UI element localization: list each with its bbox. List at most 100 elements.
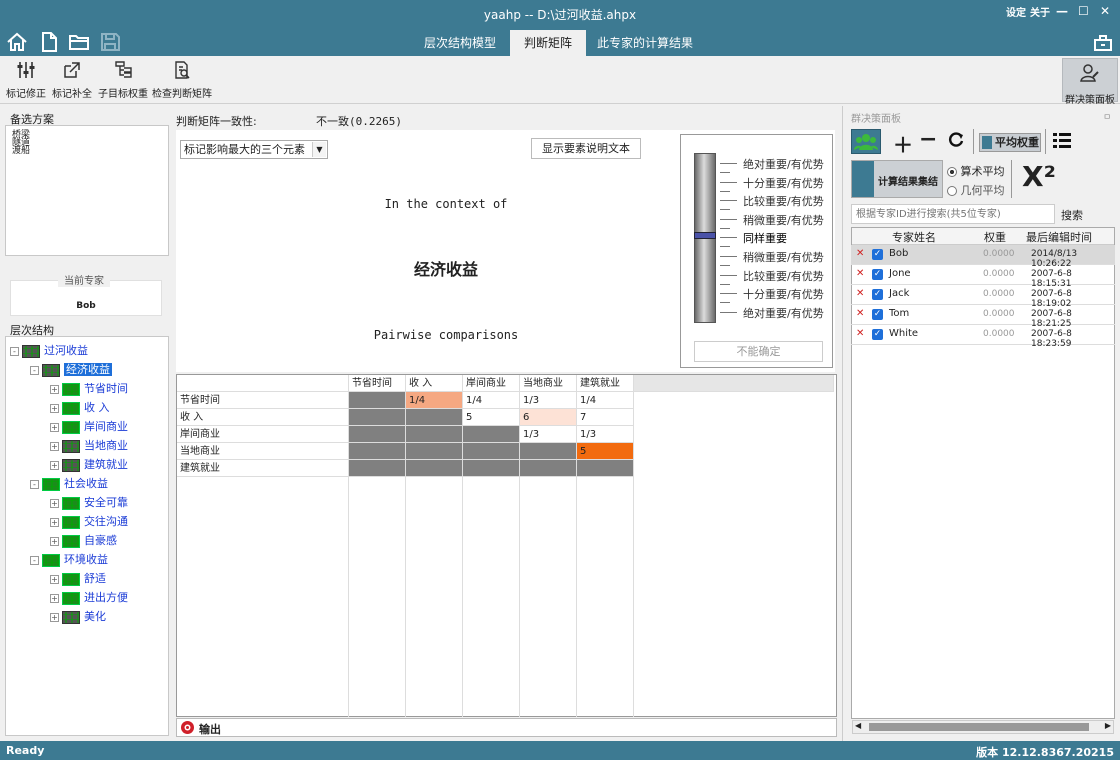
scale-slider-thumb[interactable] [694,232,716,240]
tree-node[interactable]: + 当地商业 [50,436,128,455]
home-icon[interactable] [6,31,28,53]
matrix-row-header[interactable]: 收 入 [177,409,349,426]
tree-node[interactable]: + 舒适 [50,569,106,588]
matrix-cell[interactable]: 7 [577,409,634,426]
expert-search-input[interactable] [851,204,1055,224]
delete-icon[interactable]: ✕ [856,268,864,279]
settings-button[interactable]: 设定 [1006,4,1026,19]
scale-label[interactable]: 比较重要/有优势 [743,268,824,284]
matrix-cell[interactable]: 1/4 [406,392,463,409]
scale-label[interactable]: 绝对重要/有优势 [743,156,824,172]
expand-icon[interactable]: + [50,441,59,451]
scale-label[interactable]: 稍微重要/有优势 [743,249,824,265]
radio-checked-icon[interactable] [947,167,957,177]
matrix-row-header[interactable]: 岸间商业 [177,426,349,443]
list-icon[interactable] [1052,131,1072,149]
collapse-icon[interactable]: - [30,555,39,565]
collapse-icon[interactable]: - [30,479,39,489]
tab-hierarchy-model[interactable]: 层次结构模型 [415,30,505,56]
search-button[interactable]: 搜索 [1061,207,1083,223]
checkbox-checked-icon[interactable]: ✓ [872,329,883,340]
collapse-icon[interactable]: - [10,346,19,356]
scale-label[interactable]: 稍微重要/有优势 [743,212,824,228]
matrix-col-header[interactable]: 建筑就业 [577,375,634,392]
scale-label[interactable]: 同样重要 [743,230,787,246]
scroll-right-icon[interactable]: ▶ [1105,721,1111,730]
geo-mean-radio[interactable]: 几何平均 [947,182,1005,198]
radio-unchecked-icon[interactable] [947,186,957,196]
checkbox-checked-icon[interactable]: ✓ [872,269,883,280]
output-label[interactable]: 输出 [199,721,221,737]
expand-icon[interactable]: + [50,536,59,546]
scale-label[interactable]: 绝对重要/有优势 [743,305,824,321]
matrix-row-header[interactable]: 建筑就业 [177,460,349,477]
delete-icon[interactable]: ✕ [856,248,864,259]
expert-row[interactable]: ✕ ✓ Bob 0.0000 2014/8/13 10:26:22 [851,245,1115,269]
chevron-down-icon[interactable]: ▼ [312,142,326,157]
scale-label[interactable]: 十分重要/有优势 [743,175,824,191]
arith-mean-radio[interactable]: 算术平均 [947,163,1005,179]
tree-node[interactable]: + 节省时间 [50,379,128,398]
expert-row[interactable]: ✕ ✓ Jone 0.0000 2007-6-8 18:15:31 [851,265,1115,289]
expand-icon[interactable]: + [50,612,59,622]
check-matrix-button[interactable]: 检查判断矩阵 [152,58,212,100]
checkbox-checked-icon[interactable]: ✓ [872,249,883,260]
subgoal-weight-button[interactable]: 子目标权重 [98,58,148,100]
matrix-cell[interactable]: 5 [577,443,634,460]
scrollbar-thumb[interactable] [869,723,1089,731]
expand-icon[interactable]: + [50,498,59,508]
mark-complete-button[interactable]: 标记补全 [50,58,94,100]
alternative-item[interactable]: 渡船 [12,147,30,156]
checkbox-checked-icon[interactable]: ✓ [872,309,883,320]
export-icon[interactable] [1092,31,1114,53]
tree-node[interactable]: + 自豪感 [50,531,117,550]
aggregate-results-button[interactable]: 计算结果集结 [851,160,943,198]
add-icon[interactable]: ＋ [893,129,913,158]
collapse-icon[interactable]: - [30,365,39,375]
matrix-cell[interactable]: 1/4 [577,392,634,409]
highlight-dropdown[interactable]: 标记影响最大的三个元素 ▼ [180,140,328,159]
matrix-row-header[interactable]: 当地商业 [177,443,349,460]
col-weight[interactable]: 权重 [984,229,1006,245]
show-description-button[interactable]: 显示要素说明文本 [531,138,641,159]
matrix-cell[interactable]: 6 [520,409,577,426]
group-panel-toggle[interactable]: 群决策面板 [1062,58,1118,106]
maximize-button[interactable]: ☐ [1078,4,1089,18]
col-last-edit[interactable]: 最后编辑时间 [1026,229,1092,245]
tree-node[interactable]: - 经济收益 [30,360,112,379]
expand-icon[interactable]: + [50,403,59,413]
matrix-cell[interactable]: 5 [463,409,520,426]
save-icon[interactable] [99,31,121,53]
expert-row[interactable]: ✕ ✓ White 0.0000 2007-6-8 18:23:59 [851,325,1115,349]
matrix-col-header[interactable]: 节省时间 [349,375,406,392]
tree-node[interactable]: - 过河收益 [10,341,88,360]
matrix-cell[interactable]: 1/3 [577,426,634,443]
matrix-row-header[interactable]: 节省时间 [177,392,349,409]
tree-node[interactable]: + 岸间商业 [50,417,128,436]
tab-judgment-matrix[interactable]: 判断矩阵 [510,30,586,56]
delete-icon[interactable]: ✕ [856,328,864,339]
about-button[interactable]: 关于 [1030,4,1050,19]
uncertain-button[interactable]: 不能确定 [694,341,823,362]
scale-label[interactable]: 十分重要/有优势 [743,286,824,302]
delete-icon[interactable]: ✕ [856,308,864,319]
matrix-cell[interactable]: 1/3 [520,392,577,409]
mark-correct-button[interactable]: 标记修正 [6,58,46,100]
expand-icon[interactable]: + [50,422,59,432]
matrix-col-header[interactable]: 当地商业 [520,375,577,392]
expand-icon[interactable]: + [50,574,59,584]
experts-group-button[interactable] [851,129,881,154]
expand-icon[interactable]: + [50,593,59,603]
tab-expert-results[interactable]: 此专家的计算结果 [590,30,700,56]
matrix-cell[interactable]: 1/3 [520,426,577,443]
open-folder-icon[interactable] [68,31,90,53]
chi-square-button[interactable]: X² [1022,160,1056,193]
expand-icon[interactable]: + [50,517,59,527]
tree-node[interactable]: + 安全可靠 [50,493,128,512]
expand-icon[interactable]: + [50,460,59,470]
expert-row[interactable]: ✕ ✓ Jack 0.0000 2007-6-8 18:19:02 [851,285,1115,309]
checkbox-checked-icon[interactable]: ✓ [872,289,883,300]
tree-node[interactable]: + 交往沟通 [50,512,128,531]
matrix-col-header[interactable]: 收 入 [406,375,463,392]
tree-node[interactable]: + 美化 [50,607,106,626]
